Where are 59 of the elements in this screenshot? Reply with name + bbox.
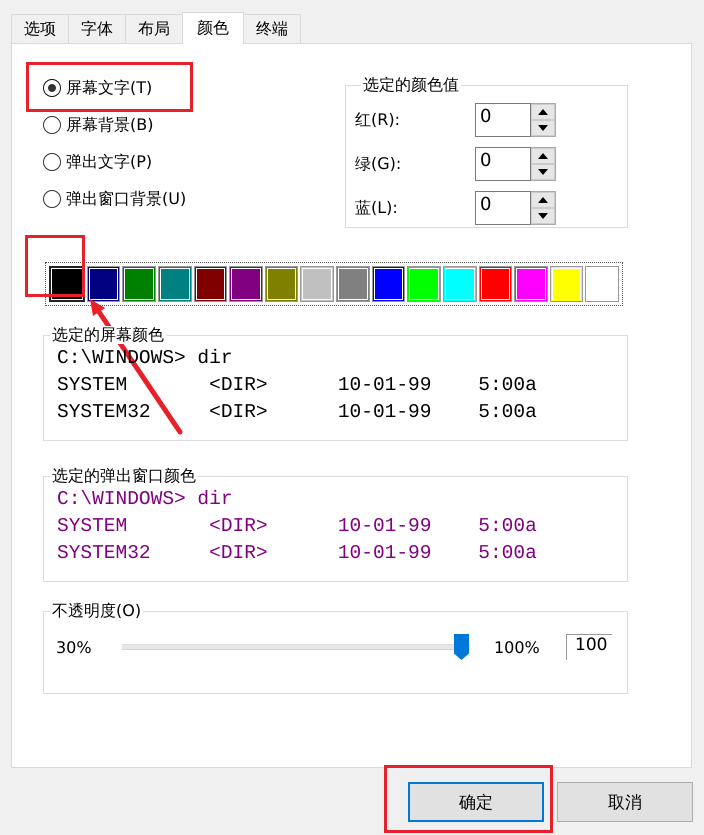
field-label: 红(R): [355, 110, 401, 130]
slider-thumb[interactable] [454, 634, 469, 660]
radio-button[interactable] [43, 153, 61, 171]
dialog-button[interactable]: 确定 [408, 782, 544, 822]
color-swatch[interactable] [478, 266, 512, 302]
value-field[interactable]: 100 [566, 634, 612, 660]
radio-button[interactable] [43, 116, 61, 134]
field-label: 蓝(L): [355, 198, 399, 218]
spin-down-button[interactable] [531, 164, 555, 180]
color-swatch[interactable] [336, 266, 370, 302]
radio-label[interactable]: 弹出窗口背景(U) [66, 188, 186, 210]
color-swatch[interactable] [407, 266, 441, 302]
color-swatch[interactable] [229, 266, 263, 302]
tab[interactable]: 终端 [243, 14, 301, 43]
console-preview-line: C:\WINDOWS> dir [57, 487, 234, 512]
down-triangle-icon [538, 169, 548, 175]
annotation-box [25, 235, 85, 297]
radio-label[interactable]: 屏幕背景(B) [66, 114, 154, 136]
console-preview-line: SYSTEM <DIR> 10-01-99 5:00a [57, 373, 538, 398]
color-swatch[interactable] [86, 266, 120, 302]
color-swatch[interactable] [550, 266, 584, 302]
console-preview-line: SYSTEM32 <DIR> 10-01-99 5:00a [57, 400, 538, 425]
max-label: 100% [494, 638, 541, 656]
radio-button[interactable] [43, 190, 61, 208]
number-field[interactable]: 0 [475, 191, 531, 225]
up-triangle-icon [538, 197, 548, 203]
up-triangle-icon [538, 153, 548, 159]
color-swatch[interactable] [442, 266, 476, 302]
group-title: 选定的屏幕颜色 [50, 326, 166, 344]
color-swatch[interactable] [372, 266, 406, 302]
radio-label[interactable]: 弹出文字(P) [66, 152, 152, 172]
color-swatch[interactable] [122, 266, 156, 302]
dialog-button[interactable]: 取消 [557, 782, 693, 822]
radio-label[interactable]: 屏幕文字(T) [66, 78, 152, 98]
up-triangle-icon [538, 109, 548, 115]
down-triangle-icon [538, 125, 548, 131]
field-label: 绿(G): [355, 154, 402, 174]
group-title: 选定的弹出窗口颜色 [50, 467, 198, 485]
color-swatch[interactable] [264, 266, 298, 302]
min-label: 30% [56, 638, 93, 656]
spin-up-button[interactable] [531, 104, 555, 120]
console-preview-line: SYSTEM32 <DIR> 10-01-99 5:00a [57, 541, 538, 566]
spin-up-button[interactable] [531, 148, 555, 164]
radio-button[interactable] [43, 79, 61, 97]
color-swatch[interactable] [300, 266, 334, 302]
number-field[interactable]: 0 [475, 103, 531, 137]
tab[interactable]: 颜色 [182, 12, 244, 44]
spin-up-button[interactable] [531, 192, 555, 208]
color-swatch[interactable] [514, 266, 548, 302]
group-title: 选定的颜色值 [361, 76, 461, 94]
spin-down-button[interactable] [531, 208, 555, 224]
down-triangle-icon [538, 213, 548, 219]
spin-down-button[interactable] [531, 120, 555, 136]
number-field[interactable]: 0 [475, 147, 531, 181]
color-swatch[interactable] [585, 266, 619, 302]
color-swatch[interactable] [158, 266, 192, 302]
color-swatch[interactable] [194, 266, 228, 302]
console-preview-line: SYSTEM <DIR> 10-01-99 5:00a [57, 514, 538, 539]
tab[interactable]: 选项 [11, 14, 69, 43]
